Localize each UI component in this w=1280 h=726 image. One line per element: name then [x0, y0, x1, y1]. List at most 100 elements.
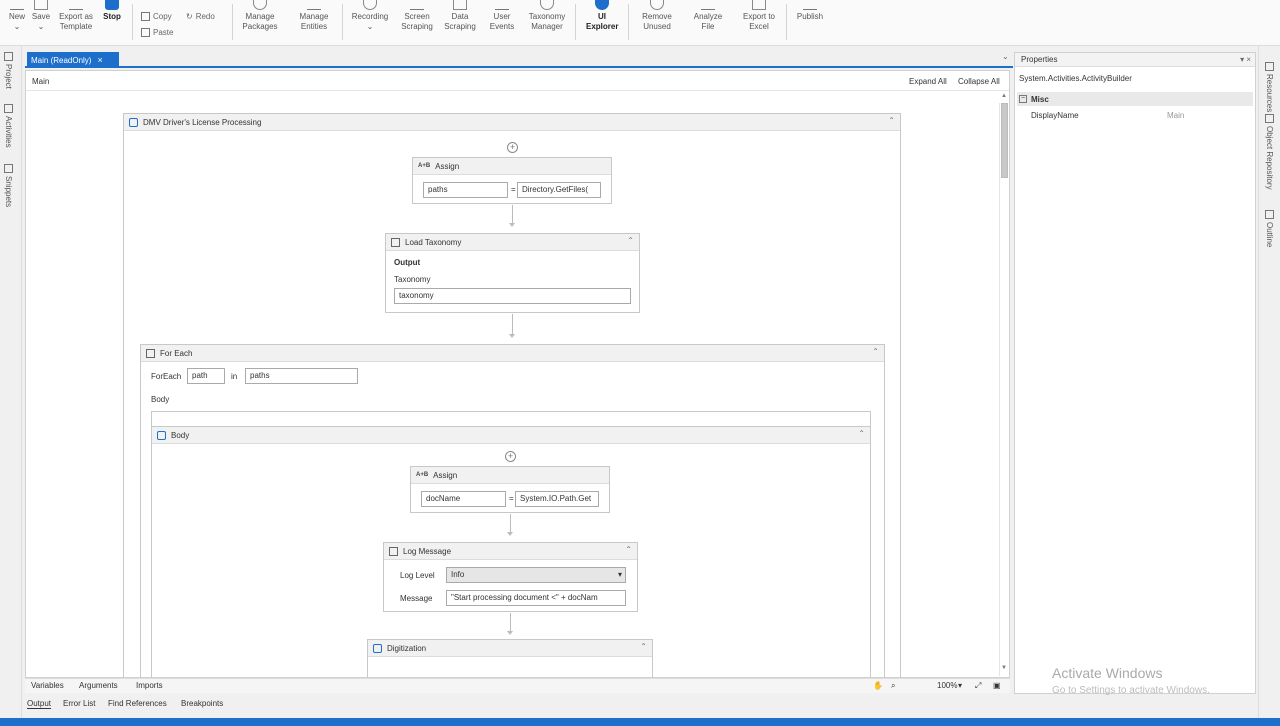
- save-button[interactable]: Save ⌄: [30, 0, 52, 44]
- foreach-collection-field[interactable]: paths: [245, 368, 358, 384]
- imports-tab[interactable]: Imports: [136, 681, 163, 690]
- collapse-icon[interactable]: ⌃: [625, 545, 632, 554]
- activation-watermark: Activate Windows: [1052, 665, 1163, 681]
- collapse-icon[interactable]: ⌃: [627, 236, 634, 245]
- variables-tab[interactable]: Variables: [31, 681, 64, 690]
- zoom-search-icon[interactable]: ⌕: [891, 681, 895, 691]
- analyze-file-button[interactable]: Analyze File: [688, 0, 728, 44]
- activities-icon: [4, 104, 13, 113]
- assign-to-field[interactable]: paths: [423, 182, 508, 198]
- connector: [510, 613, 511, 633]
- sequence-icon: [129, 117, 138, 127]
- log-message-icon: [389, 546, 398, 556]
- assign-activity[interactable]: A+B Assign docName = System.IO.Path.Get: [410, 466, 610, 513]
- tab-project[interactable]: Project: [4, 52, 13, 89]
- find-references-tab[interactable]: Find References: [108, 699, 167, 708]
- zoom-dropdown-icon[interactable]: ▾: [958, 681, 962, 690]
- assign-icon: A+B: [418, 163, 431, 169]
- in-label: in: [231, 372, 238, 381]
- log-level-select[interactable]: Info ▾: [446, 567, 626, 583]
- assign-activity[interactable]: A+B Assign paths = Directory.GetFiles(: [412, 157, 612, 204]
- overview-icon[interactable]: ▣: [993, 681, 1001, 690]
- copy-icon: [141, 12, 150, 21]
- scrollbar-thumb[interactable]: [1001, 103, 1008, 178]
- arguments-tab[interactable]: Arguments: [79, 681, 118, 690]
- assign-value-field[interactable]: Directory.GetFiles(: [517, 182, 601, 198]
- screen-scraping-icon: [410, 0, 424, 10]
- tab-snippets[interactable]: Snippets: [4, 164, 13, 207]
- recording-button[interactable]: Recording ⌄: [346, 0, 394, 44]
- tab-object-repository[interactable]: Object Repository: [1265, 114, 1274, 190]
- redo-button[interactable]: ↻ Redo: [186, 12, 215, 21]
- pin-close-icon[interactable]: ▾ ×: [1240, 55, 1251, 64]
- stop-button[interactable]: Stop: [100, 0, 124, 44]
- redo-icon: ↻: [186, 12, 193, 21]
- expand-all-button[interactable]: Expand All: [909, 77, 947, 86]
- taxonomy-field[interactable]: taxonomy: [394, 288, 631, 304]
- paste-icon: [141, 28, 150, 37]
- close-icon[interactable]: ×: [97, 55, 102, 65]
- connector-arrow: [507, 532, 513, 536]
- ui-explorer-button[interactable]: UI Explorer: [582, 0, 622, 44]
- export-template-button[interactable]: Export as Template: [55, 0, 97, 44]
- breakpoints-tab[interactable]: Breakpoints: [181, 699, 223, 708]
- object-repository-icon: [1265, 114, 1274, 123]
- for-each-activity[interactable]: For Each ⌃ ForEach path in paths Body Bo…: [140, 344, 885, 677]
- collapse-icon[interactable]: ⌃: [872, 347, 879, 356]
- collapse-icon[interactable]: ⌃: [858, 429, 865, 438]
- digitization-activity[interactable]: Digitization ⌃: [367, 639, 653, 677]
- zoom-level[interactable]: 100%: [937, 681, 957, 690]
- screen-scraping-button[interactable]: Screen Scraping: [397, 0, 437, 44]
- pan-icon[interactable]: ✋: [873, 681, 883, 690]
- connector: [512, 314, 513, 336]
- fit-screen-icon[interactable]: ⤢: [975, 681, 981, 691]
- publish-button[interactable]: Publish: [792, 0, 828, 44]
- sequence-dmv-processing[interactable]: DMV Driver's License Processing ⌃ + A+B A…: [123, 113, 901, 677]
- tab-resources[interactable]: Resources: [1265, 62, 1274, 112]
- property-value[interactable]: Main: [1167, 111, 1184, 120]
- output-tab-strip: Output Error List Find References Breakp…: [25, 697, 1010, 712]
- collapse-icon[interactable]: ⌃: [640, 642, 647, 651]
- body-container: Body ⌃ + A+B Assign docName = System.IO.P…: [151, 411, 871, 677]
- chevron-down-icon[interactable]: ⌄: [1002, 52, 1009, 61]
- collapse-all-button[interactable]: Collapse All: [958, 77, 1000, 86]
- dropdown-arrow-icon: ▾: [617, 570, 622, 579]
- sequence-body[interactable]: Body ⌃ + A+B Assign docName = System.IO.P…: [151, 426, 871, 677]
- manage-entities-button[interactable]: Manage Entities: [292, 0, 336, 44]
- log-message-activity[interactable]: Log Message ⌃ Log Level Info ▾ Message "S…: [383, 542, 638, 612]
- data-scraping-button[interactable]: Data Scraping: [440, 0, 480, 44]
- paste-button[interactable]: Paste: [141, 28, 173, 37]
- message-field[interactable]: "Start processing document <" + docNam: [446, 590, 626, 606]
- packages-icon: [253, 0, 267, 10]
- for-each-icon: [146, 348, 155, 358]
- vertical-scrollbar[interactable]: ▲ ▼: [999, 93, 1009, 676]
- tab-activities[interactable]: Activities: [4, 104, 13, 148]
- misc-category[interactable]: − Misc: [1017, 92, 1253, 106]
- assign-value-field[interactable]: System.IO.Path.Get: [515, 491, 599, 507]
- output-tab[interactable]: Output: [27, 699, 52, 709]
- export-excel-button[interactable]: Export to Excel: [738, 0, 780, 44]
- new-button[interactable]: New ⌄: [6, 0, 28, 44]
- tab-main[interactable]: Main (ReadOnly) ×: [27, 52, 119, 68]
- property-name: DisplayName: [1031, 111, 1079, 120]
- remove-unused-button[interactable]: Remove Unused: [634, 0, 680, 44]
- user-events-button[interactable]: User Events: [482, 0, 522, 44]
- scroll-down-icon[interactable]: ▼: [1001, 665, 1007, 671]
- copy-button[interactable]: Copy: [141, 12, 172, 21]
- foreach-item-field[interactable]: path: [187, 368, 225, 384]
- breadcrumb[interactable]: Main: [32, 77, 49, 86]
- assign-to-field[interactable]: docName: [421, 491, 506, 507]
- error-list-tab[interactable]: Error List: [63, 699, 95, 708]
- manage-packages-button[interactable]: Manage Packages: [238, 0, 282, 44]
- taxonomy-manager-button[interactable]: Taxonomy Manager: [524, 0, 570, 44]
- load-taxonomy-activity[interactable]: Load Taxonomy ⌃ Output Taxonomy taxonomy: [385, 233, 640, 313]
- scroll-up-icon[interactable]: ▲: [1001, 93, 1007, 99]
- collapse-toggle-icon[interactable]: −: [1019, 95, 1027, 103]
- stop-icon: [105, 0, 119, 10]
- tab-outline[interactable]: Outline: [1265, 210, 1274, 247]
- collapse-icon[interactable]: ⌃: [888, 116, 895, 125]
- add-activity-icon[interactable]: +: [505, 451, 516, 462]
- right-panel-rail: Resources Object Repository Outline: [1258, 46, 1280, 718]
- add-activity-icon[interactable]: +: [507, 142, 518, 153]
- designer-bottom-bar: Variables Arguments Imports ✋ ⌕ 100% ▾ ⤢…: [25, 678, 1010, 693]
